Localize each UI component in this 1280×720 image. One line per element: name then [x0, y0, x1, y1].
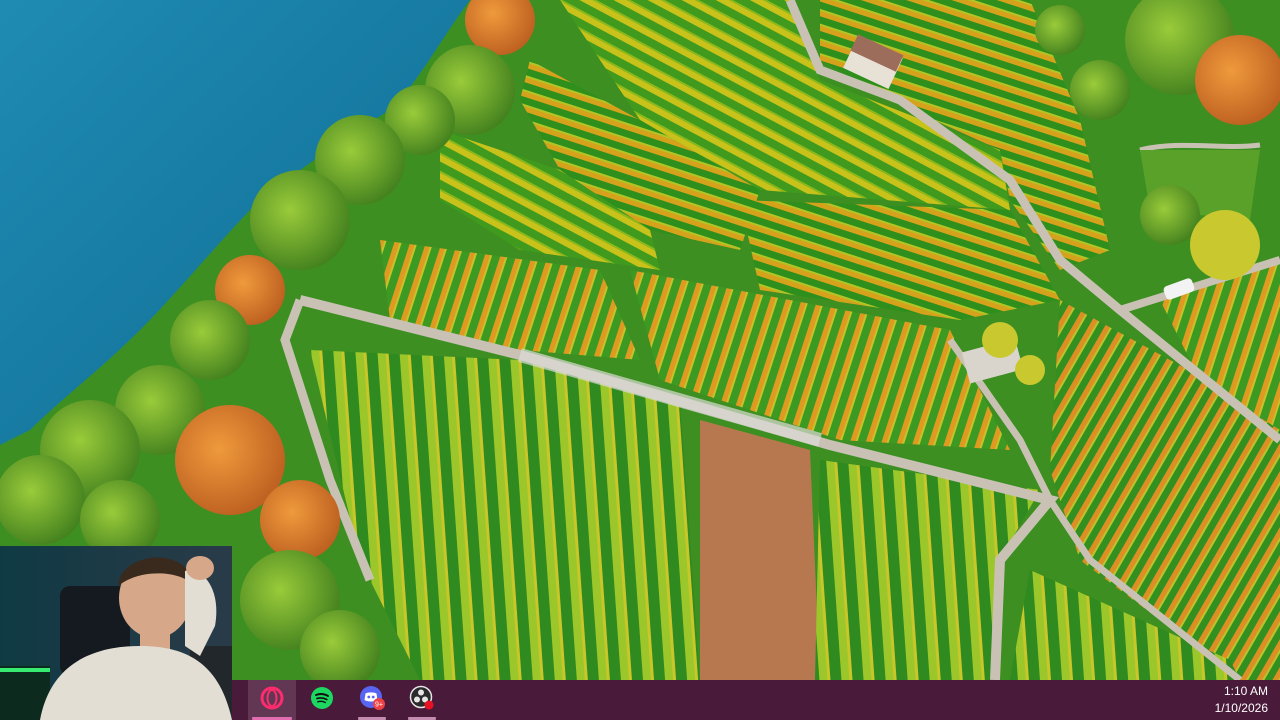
taskbar-app-obs[interactable]: [398, 680, 446, 720]
discord-badge: 9+: [375, 701, 383, 708]
taskbar-app-discord[interactable]: 9+: [348, 680, 396, 720]
taskbar-app-opera[interactable]: [248, 680, 296, 720]
clock-date: 1/10/2026: [1214, 701, 1268, 715]
taskbar: 9+ 1:10 AM 1/10/2026: [232, 680, 1280, 720]
discord-icon: 9+: [359, 685, 385, 716]
webcam-overlay: [0, 546, 232, 720]
system-clock[interactable]: 1:10 AM 1/10/2026: [1215, 683, 1268, 717]
obs-icon: [409, 685, 435, 716]
taskbar-app-spotify[interactable]: [298, 680, 346, 720]
spotify-icon: [310, 686, 334, 715]
clock-time: 1:10 AM: [1223, 684, 1268, 698]
opera-icon: [260, 686, 284, 715]
